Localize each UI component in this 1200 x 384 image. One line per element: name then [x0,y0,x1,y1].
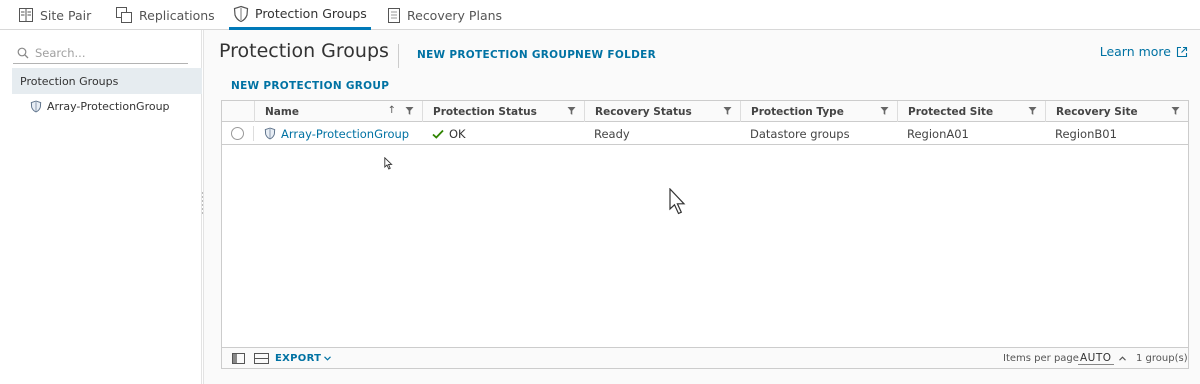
protection-status-value: OK [449,126,466,141]
column-toggle-button[interactable] [232,348,245,369]
shield-icon [30,100,42,113]
cell-recovery-site: RegionB01 [1045,122,1188,145]
grid-footer: EXPORT Items per page AUTO 1 group(s) [222,347,1188,368]
recovery-site-value: RegionB01 [1055,126,1117,141]
protected-site-value: RegionA01 [907,126,969,141]
filter-icon[interactable] [723,106,732,116]
filter-icon[interactable] [567,106,576,116]
tab-recovery-plans[interactable]: Recovery Plans [387,0,502,30]
detail-pane-icon [254,353,269,364]
cell-recovery-status: Ready [584,122,740,145]
filter-icon[interactable] [1028,106,1037,116]
check-icon [432,129,444,139]
page-title: Protection Groups [219,40,389,62]
mouse-pointer-icon [669,188,686,215]
column-label: Recovery Status [595,105,692,118]
column-header-name[interactable]: Name ↑ [254,101,422,122]
mouse-pointer-icon [384,157,393,170]
external-link-icon [1176,46,1188,57]
protection-groups-grid: Name ↑ Protection Status Recovery Status… [221,100,1189,369]
recovery-plan-icon [388,7,400,23]
left-panel: Search... Protection Groups Array-Protec… [0,30,202,384]
filter-icon[interactable] [1171,106,1180,116]
shield-icon [264,127,276,140]
learn-more-link[interactable]: Learn more [1100,44,1188,59]
chevron-down-icon [324,356,332,361]
tab-label: Replications [139,7,215,23]
column-label: Name [265,105,299,118]
items-per-page-label: Items per page [1003,353,1079,364]
tree-item-label: Array-ProtectionGroup [47,100,170,113]
items-per-page-select[interactable]: AUTO [1078,348,1126,369]
column-label: Recovery Site [1056,105,1138,118]
items-per-page-value: AUTO [1078,352,1114,365]
tree-item-array-protectiongroup[interactable]: Array-ProtectionGroup [30,100,170,113]
column-header-protection-type[interactable]: Protection Type [740,101,897,122]
cell-protection-status: OK [422,122,584,145]
tab-label: Site Pair [40,7,92,23]
column-toggle-icon [232,353,245,364]
column-header-protected-site[interactable]: Protected Site [897,101,1045,122]
site-pair-icon [19,8,33,22]
cell-protected-site: RegionA01 [897,122,1045,145]
new-protection-group-secondary-button[interactable]: NEW PROTECTION GROUP [231,80,389,92]
top-tab-bar: Site Pair Replications Protection Groups… [0,0,1200,30]
chevron-up-icon [1118,356,1126,361]
table-row[interactable]: Array-ProtectionGroup OK Ready Datastore… [222,122,1188,145]
sort-ascending-icon[interactable]: ↑ [388,105,396,116]
tab-protection-groups[interactable]: Protection Groups [229,0,371,30]
column-label: Protected Site [908,105,994,118]
tree-item-label: Protection Groups [20,74,119,88]
filter-icon[interactable] [405,106,414,116]
item-count: 1 group(s) [1136,353,1188,364]
row-select-radio[interactable] [231,127,244,140]
search-placeholder: Search... [35,45,86,60]
title-divider [398,44,399,68]
export-button[interactable]: EXPORT [275,348,332,369]
search-icon [17,47,29,58]
search-input[interactable]: Search... [13,42,188,64]
bottom-resize-handle[interactable] [590,380,614,383]
tab-replications[interactable]: Replications [115,0,215,30]
cell-name[interactable]: Array-ProtectionGroup [254,122,422,145]
learn-more-label: Learn more [1099,44,1171,59]
protection-group-link[interactable]: Array-ProtectionGroup [281,127,409,141]
grid-header: Name ↑ Protection Status Recovery Status… [222,101,1188,122]
column-header-protection-status[interactable]: Protection Status [422,101,584,122]
new-folder-button[interactable]: NEW FOLDER [575,49,656,61]
filter-icon[interactable] [880,106,889,116]
recovery-status-value: Ready [594,126,630,141]
new-protection-group-button[interactable]: NEW PROTECTION GROUP [417,49,575,61]
replications-icon [116,7,132,23]
column-label: Protection Type [751,105,844,118]
tab-label: Recovery Plans [407,7,503,23]
column-header-recovery-status[interactable]: Recovery Status [584,101,740,122]
column-header-recovery-site[interactable]: Recovery Site [1045,101,1188,122]
tab-label: Protection Groups [255,6,367,21]
detail-pane-toggle-button[interactable] [254,348,269,369]
cell-protection-type: Datastore groups [740,122,897,145]
column-label: Protection Status [433,105,537,118]
tab-site-pair[interactable]: Site Pair [18,0,91,30]
export-label: EXPORT [275,353,322,364]
shield-icon [233,5,249,22]
protection-type-value: Datastore groups [750,126,850,141]
tree-item-protection-groups[interactable]: Protection Groups [12,68,202,94]
